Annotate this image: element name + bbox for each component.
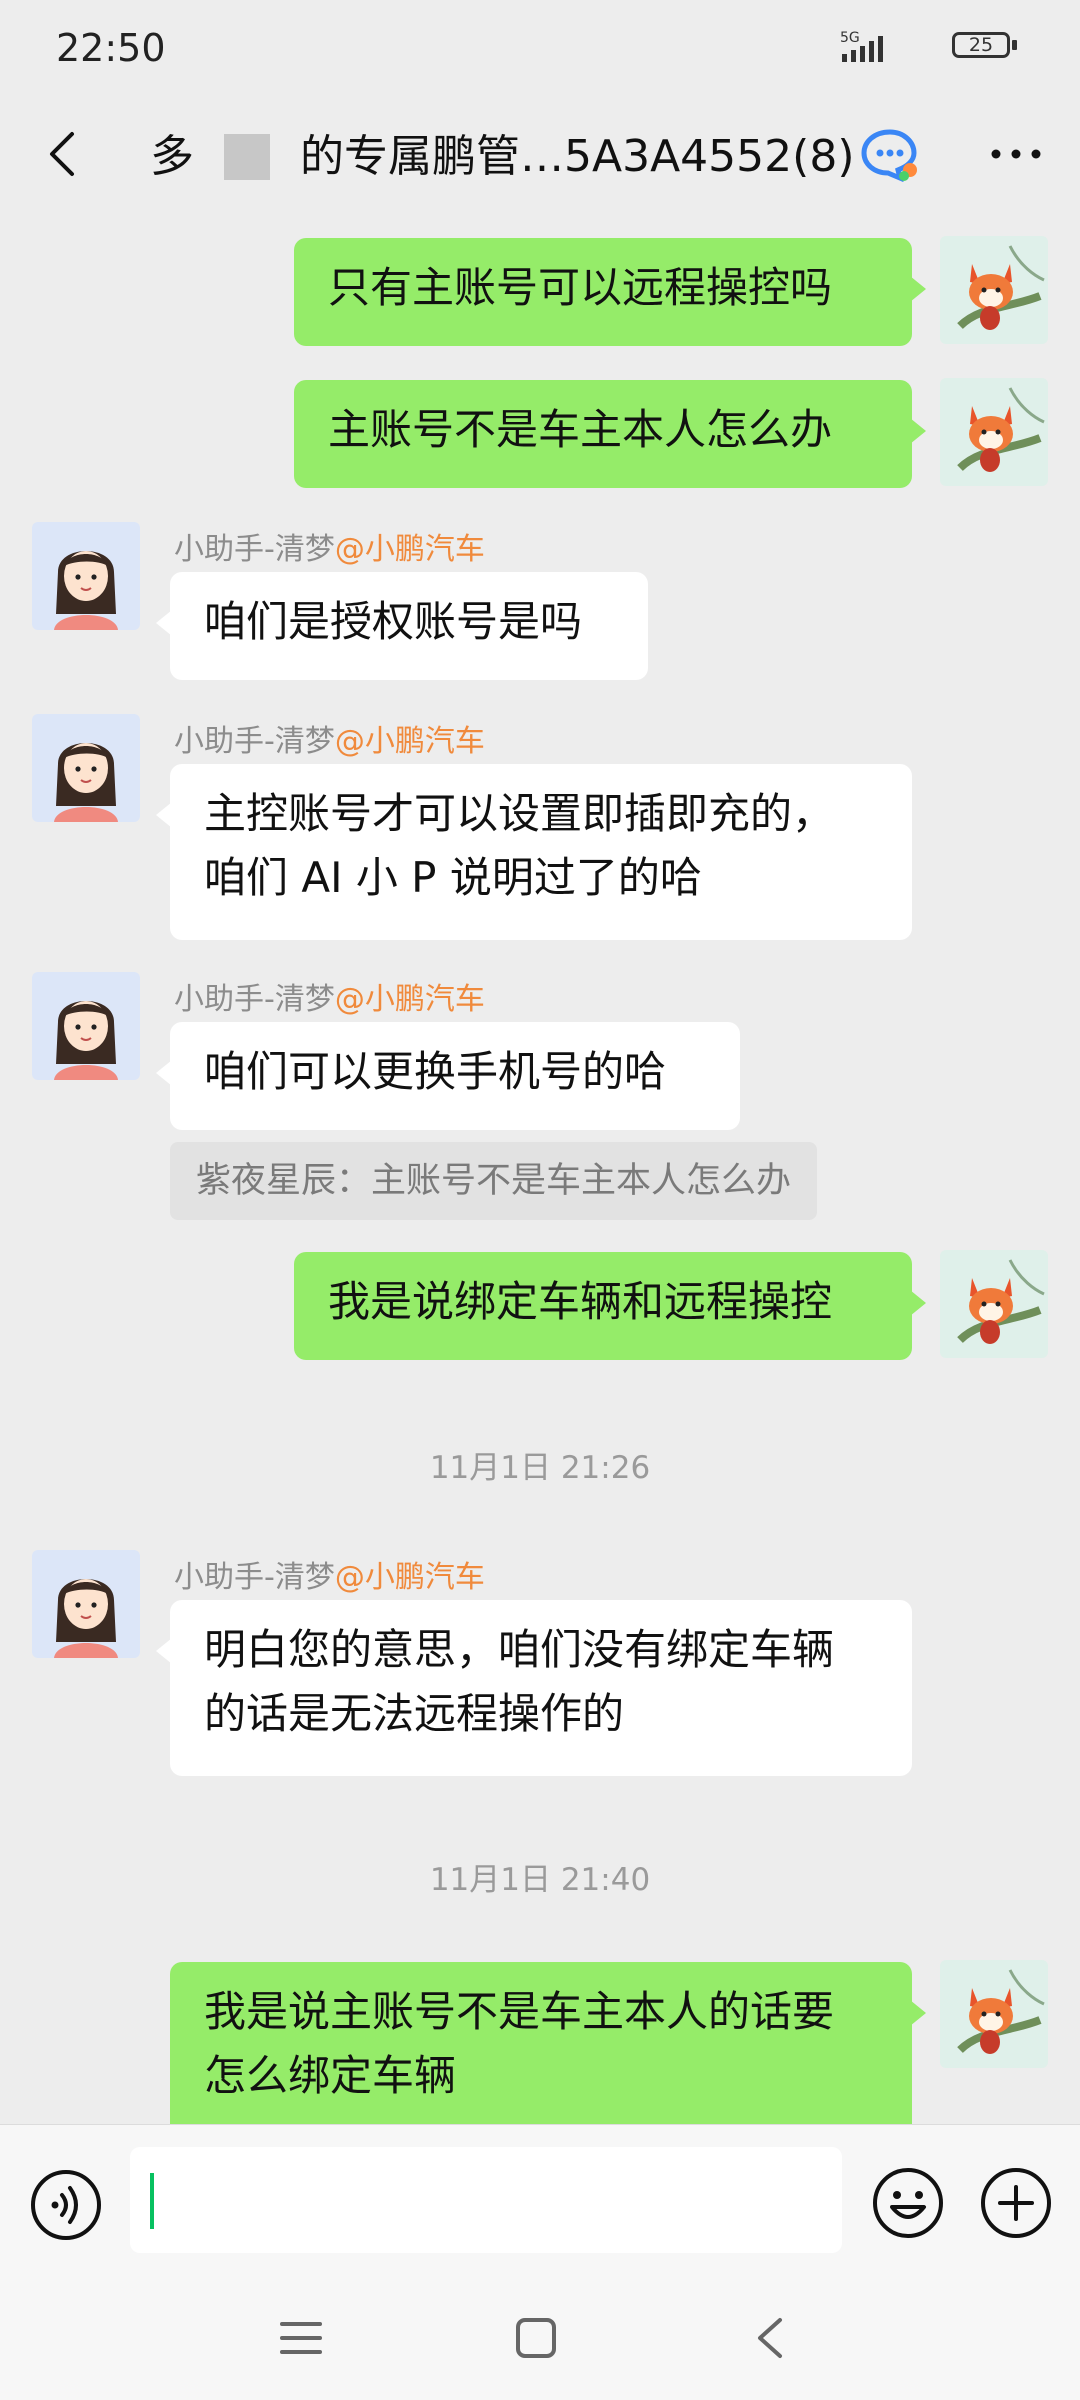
message-bubble-outgoing[interactable]: 我是说主账号不是车主本人的话要 怎么绑定车辆 [170, 1962, 926, 2124]
message-bubble-outgoing[interactable]: 我是说绑定车辆和远程操控 [294, 1252, 926, 1360]
sender-org: @小鹏汽车 [334, 982, 485, 1017]
avatar[interactable] [32, 972, 140, 1080]
text-cursor [150, 2173, 154, 2229]
chat-bubble-icon[interactable] [860, 126, 920, 182]
sender-label: 小助手-清梦 [174, 532, 335, 567]
avatar[interactable] [940, 378, 1048, 486]
status-time: 22:50 [56, 26, 166, 70]
message-text: 只有主账号可以远程操控吗 [328, 263, 833, 312]
timestamp: 11月1日 21:26 [429, 1450, 651, 1486]
avatar[interactable] [32, 1550, 140, 1658]
message-input[interactable] [130, 2147, 842, 2253]
fox-avatar-icon [940, 1960, 1048, 2068]
quoted-message[interactable]: 紫夜星辰：主账号不是车主本人怎么办 [170, 1142, 818, 1220]
network-label: 5G [840, 30, 860, 46]
fox-avatar-icon [940, 1250, 1048, 1358]
message-bubble-incoming[interactable]: 咱们是授权账号是吗 [156, 572, 648, 680]
avatar[interactable] [940, 236, 1048, 344]
message-bubble-incoming[interactable]: 主控账号才可以设置即插即充的， 咱们 AI 小 P 说明过了的哈 [156, 764, 912, 940]
redacted-block [224, 134, 270, 180]
sender-org: @小鹏汽车 [334, 532, 485, 567]
message-text-line: 的话是无法远程操作的 [204, 1689, 625, 1738]
quote-text: 紫夜星辰：主账号不是车主本人怎么办 [196, 1161, 792, 1201]
message-text: 主账号不是车主本人怎么办 [328, 405, 833, 454]
sender-org: @小鹏汽车 [334, 724, 485, 759]
chat-title[interactable]: 多 的专属鹏管…5A3A4552(8) [150, 122, 910, 192]
signal-5g-icon: 5G [840, 30, 883, 62]
sender-label: 小助手-清梦 [174, 1560, 335, 1595]
emoji-icon[interactable] [870, 2165, 946, 2241]
chat-title-prefix: 多 [150, 131, 194, 182]
message-text-line: 我是说主账号不是车主本人的话要 [204, 1987, 835, 2036]
avatar[interactable] [940, 1960, 1048, 2068]
message-text-line: 明白您的意思，咱们没有绑定车辆 [204, 1625, 835, 1674]
sender-label: 小助手-清梦 [174, 982, 335, 1017]
status-icons: 5G 25 [820, 28, 1020, 68]
sender-org: @小鹏汽车 [334, 1560, 485, 1595]
sender-name: 小助手-清梦@小鹏汽车 [174, 974, 485, 1018]
message-bubble-outgoing[interactable]: 主账号不是车主本人怎么办 [294, 380, 926, 488]
timestamp: 11月1日 21:40 [429, 1862, 651, 1898]
girl-avatar-icon [32, 1550, 140, 1658]
fox-avatar-icon [940, 236, 1048, 344]
system-navigation-bar [0, 2276, 1080, 2400]
battery-level: 25 [952, 32, 1010, 58]
message-text: 我是说绑定车辆和远程操控 [328, 1277, 833, 1326]
fox-avatar-icon [940, 378, 1048, 486]
message-text: 咱们可以更换手机号的哈 [204, 1047, 667, 1096]
sender-name: 小助手-清梦@小鹏汽车 [174, 716, 485, 760]
message-bubble-incoming[interactable]: 明白您的意思，咱们没有绑定车辆 的话是无法远程操作的 [156, 1600, 912, 1776]
message-text-line: 主控账号才可以设置即插即充的， [204, 789, 835, 838]
message-text: 咱们是授权账号是吗 [204, 597, 583, 646]
avatar[interactable] [940, 1250, 1048, 1358]
sender-name: 小助手-清梦@小鹏汽车 [174, 1552, 485, 1596]
input-bar [0, 2124, 1080, 2277]
back-button[interactable] [36, 124, 96, 184]
home-icon[interactable] [514, 2316, 558, 2360]
voice-icon[interactable] [28, 2167, 104, 2243]
system-back-icon[interactable] [752, 2314, 788, 2362]
avatar[interactable] [32, 522, 140, 630]
avatar[interactable] [32, 714, 140, 822]
message-list[interactable]: 只有主账号可以远程操控吗 主账号不是车主本人怎么办 小助手-清梦@小鹏汽车 咱们… [0, 216, 1080, 2124]
sender-name: 小助手-清梦@小鹏汽车 [174, 524, 485, 568]
status-bar: 22:50 5G 25 [0, 0, 1080, 96]
plus-icon[interactable] [978, 2165, 1054, 2241]
girl-avatar-icon [32, 714, 140, 822]
message-text-line: 咱们 AI 小 P 说明过了的哈 [204, 853, 702, 902]
message-text-line: 怎么绑定车辆 [204, 2051, 457, 2100]
battery-icon: 25 [952, 32, 1020, 62]
message-bubble-outgoing[interactable]: 只有主账号可以远程操控吗 [294, 238, 926, 346]
girl-avatar-icon [32, 972, 140, 1080]
girl-avatar-icon [32, 522, 140, 630]
chat-title-text: 的专属鹏管…5A3A4552(8) [300, 131, 855, 182]
chat-header: 多 的专属鹏管…5A3A4552(8) [0, 96, 1080, 216]
message-bubble-incoming[interactable]: 咱们可以更换手机号的哈 [156, 1022, 740, 1130]
sender-label: 小助手-清梦 [174, 724, 335, 759]
more-dots-icon[interactable] [988, 134, 1044, 174]
recent-apps-icon[interactable] [278, 2318, 324, 2358]
